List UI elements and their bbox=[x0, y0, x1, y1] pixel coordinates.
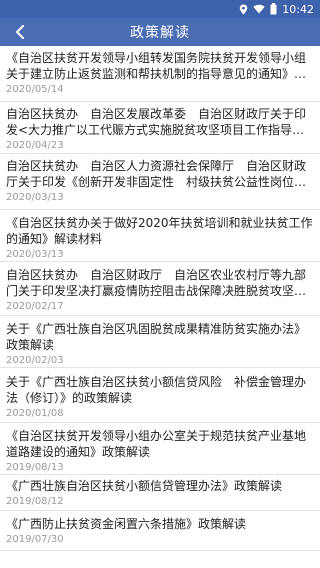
article-title: 自治区扶贫办 自治区发展改革委 自治区财政厅关于印发<大力推广以工代赈方式实施脱… bbox=[6, 107, 307, 137]
article-date: 2020/03/13 bbox=[6, 249, 64, 260]
article-date: 2019/07/30 bbox=[6, 534, 64, 545]
location-icon bbox=[239, 4, 248, 15]
article-title: 关于《广西壮族自治区扶贫小额信贷风险 补偿金管理办法（修订）》的政策解读 bbox=[6, 375, 307, 405]
wifi-icon bbox=[253, 4, 265, 14]
article-title: 《自治区扶贫开发领导小组办公室关于规范扶贫产业基地道路建设的通知》政策解读 bbox=[6, 429, 307, 459]
list-item[interactable]: 《广西壮族自治区扶贫小额信贷管理办法》政策解读 2019/08/12 bbox=[0, 475, 320, 511]
article-date: 2019/08/12 bbox=[6, 496, 64, 507]
article-title: 《广西壮族自治区扶贫小额信贷管理办法》政策解读 bbox=[6, 479, 283, 493]
list-item[interactable]: 自治区扶贫办 自治区发展改革委 自治区财政厅关于印发<大力推广以工代赈方式实施脱… bbox=[0, 102, 320, 154]
article-title: 《自治区扶贫开发领导小组转发国务院扶贫开发领导小组关于建立防止返贫监测和帮扶机制… bbox=[6, 51, 307, 81]
article-title: 《广西防止扶贫资金闲置六条措施》政策解读 bbox=[6, 517, 247, 531]
list-item[interactable]: 《自治区扶贫开发领导小组办公室关于规范扶贫产业基地道路建设的通知》政策解读 20… bbox=[0, 423, 320, 475]
article-date: 2019/08/13 bbox=[6, 462, 64, 473]
battery-icon bbox=[270, 3, 277, 15]
article-title: 自治区扶贫办 自治区财政厅 自治区农业农村厅等九部门关于印发坚决打赢疫情防控阻击… bbox=[6, 268, 307, 298]
list-item[interactable]: 关于《广西壮族自治区扶贫小额信贷风险 补偿金管理办法（修订）》的政策解读 202… bbox=[0, 368, 320, 423]
status-time: 10:42 bbox=[282, 2, 314, 16]
app-bar: 政策解读 bbox=[0, 18, 320, 46]
chevron-left-icon bbox=[16, 25, 24, 39]
article-date: 2020/02/17 bbox=[6, 301, 64, 312]
article-date: 2020/01/08 bbox=[6, 408, 64, 419]
list-item[interactable]: 《自治区扶贫办关于做好2020年扶贫培训和就业扶贫工作的通知》解读材料 2020… bbox=[0, 210, 320, 262]
page-title: 政策解读 bbox=[130, 25, 190, 41]
list-item[interactable]: 《广西防止扶贫资金闲置六条措施》政策解读 2019/07/30 bbox=[0, 511, 320, 551]
article-title: 《自治区扶贫办关于做好2020年扶贫培训和就业扶贫工作的通知》解读材料 bbox=[6, 216, 313, 246]
status-bar: 10:42 bbox=[0, 0, 320, 18]
article-date: 2020/04/23 bbox=[6, 140, 64, 151]
article-date: 2020/02/03 bbox=[6, 355, 64, 366]
list-item[interactable]: 自治区扶贫办 自治区人力资源社会保障厅 自治区财政厅关于印发《创新开发非固定性 … bbox=[0, 154, 320, 210]
list-item[interactable]: 关于《广西壮族自治区巩固脱贫成果精准防贫实施办法》政策解读 2020/02/03 bbox=[0, 316, 320, 368]
article-date: 2020/05/14 bbox=[6, 84, 64, 95]
article-date: 2020/03/13 bbox=[6, 192, 64, 203]
article-title: 关于《广西壮族自治区巩固脱贫成果精准防贫实施办法》政策解读 bbox=[6, 322, 307, 352]
back-button[interactable] bbox=[6, 18, 34, 46]
list-item[interactable]: 自治区扶贫办 自治区财政厅 自治区农业农村厅等九部门关于印发坚决打赢疫情防控阻击… bbox=[0, 262, 320, 316]
article-title: 自治区扶贫办 自治区人力资源社会保障厅 自治区财政厅关于印发《创新开发非固定性 … bbox=[6, 159, 307, 189]
article-list[interactable]: 《自治区扶贫开发领导小组转发国务院扶贫开发领导小组关于建立防止返贫监测和帮扶机制… bbox=[0, 46, 320, 568]
list-item[interactable]: 《自治区扶贫开发领导小组转发国务院扶贫开发领导小组关于建立防止返贫监测和帮扶机制… bbox=[0, 46, 320, 102]
